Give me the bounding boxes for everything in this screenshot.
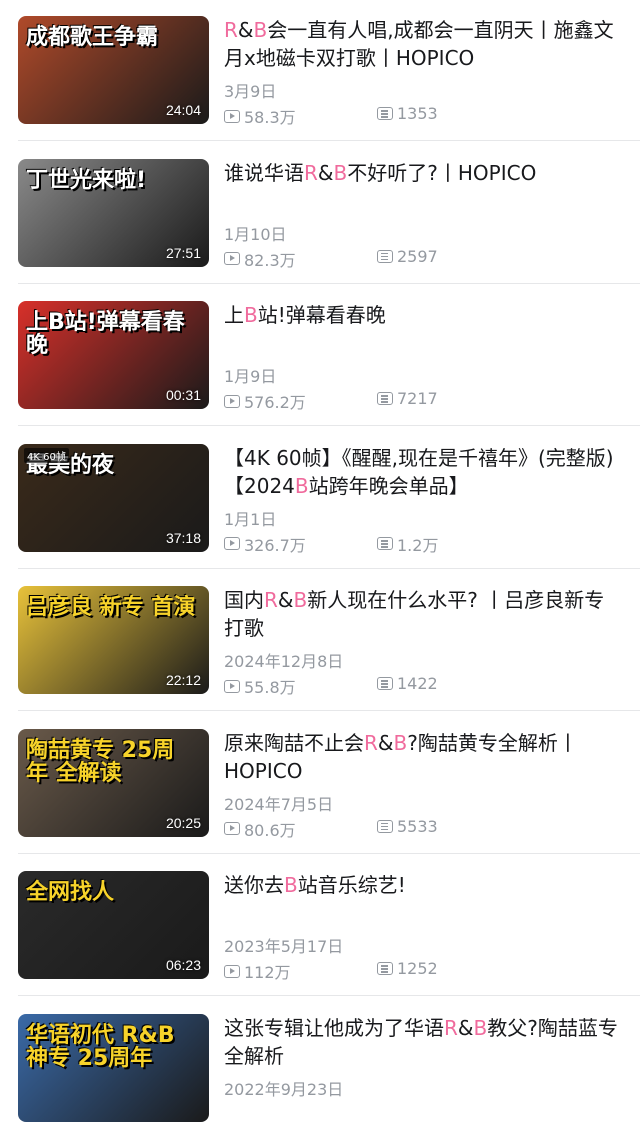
danmaku-count: 1252: [377, 959, 438, 978]
danmaku-count: 5533: [377, 817, 438, 836]
video-title[interactable]: 上B站!弹幕看春晚: [224, 301, 624, 329]
video-title[interactable]: R&B会一直有人唱,成都会一直阴天丨施鑫文月x地磁卡双打歌丨HOPICO: [224, 16, 624, 72]
item-divider: [18, 425, 640, 426]
upload-date: 2023年5月17日: [224, 937, 344, 956]
danmaku-count-value: 2597: [397, 246, 438, 266]
video-thumbnail[interactable]: 华语初代 R&B神专 25周年: [18, 1013, 209, 1122]
video-thumbnail[interactable]: 吕彦良 新专 首演 22:12: [18, 586, 209, 694]
video-duration: 24:04: [165, 102, 201, 118]
video-thumbnail[interactable]: 陶喆黄专 25周年 全解读 20:25: [18, 728, 209, 837]
danmaku-count-value: 1353: [397, 104, 438, 123]
video-title[interactable]: 谁说华语R&B不好听了?丨HOPICO: [224, 159, 624, 187]
upload-date: 3月9日: [224, 82, 277, 101]
play-icon: [224, 679, 240, 693]
danmaku-icon: [377, 677, 393, 690]
video-list-item[interactable]: 陶喆黄专 25周年 全解读 20:25 原来陶喆不止会R&B?陶喆黄专全解析丨HOP…: [0, 713, 640, 855]
video-duration: 27:51: [165, 244, 201, 261]
upload-date: 2024年7月5日: [224, 794, 334, 814]
danmaku-icon: [377, 107, 393, 120]
video-duration: 37:18: [165, 529, 201, 546]
item-divider: [18, 852, 640, 854]
video-title[interactable]: 国内R&B新人现在什么水平? 丨吕彦良新专打歌: [224, 586, 624, 642]
video-list-item[interactable]: 丁世光来啦! 27:51 谁说华语R&B不好听了?丨HOPICO 1月10日 82.3万…: [0, 143, 640, 285]
upload-date: 1月9日: [224, 367, 277, 386]
video-thumbnail[interactable]: 丁世光来啦! 27:51: [18, 158, 209, 267]
item-divider: [18, 995, 640, 996]
danmaku-count: 2597: [377, 247, 438, 266]
video-list-item[interactable]: 上B站!弹幕看春晚 00:31 上B站!弹幕看春晚 1月9日 576.2万 7217: [0, 285, 640, 427]
video-thumbnail[interactable]: 成都歌王争霸 24:04: [18, 16, 209, 124]
video-list-item[interactable]: 吕彦良 新专 首演 22:12 国内R&B新人现在什么水平? 丨吕彦良新专打歌 202…: [0, 570, 640, 712]
video-title[interactable]: 这张专辑让他成为了华语R&B教父?陶喆蓝专全解析: [224, 1014, 624, 1070]
danmaku-count: 7217: [377, 389, 438, 408]
danmaku-count-value: 5533: [397, 816, 438, 836]
video-title[interactable]: 【4K 60帧】《醒醒,现在是千禧年》(完整版)【2024B站跨年晚会单品】: [224, 444, 624, 500]
play-count-value: 58.3万: [244, 108, 296, 127]
play-count-value: 55.8万: [244, 678, 296, 697]
upload-date: 1月1日: [224, 509, 277, 529]
play-count: 55.8万: [224, 674, 296, 698]
play-icon: [224, 252, 240, 265]
video-duration: 22:12: [165, 672, 201, 688]
play-count-value: 80.6万: [244, 820, 296, 840]
danmaku-icon: [377, 537, 393, 550]
play-icon: [224, 822, 240, 835]
thumbnail-caption: 华语初代 R&B神专 25周年: [26, 1022, 175, 1071]
video-thumbnail[interactable]: 上B站!弹幕看春晚 00:31: [18, 301, 209, 409]
danmaku-icon: [377, 249, 393, 263]
video-thumbnail[interactable]: 最美的夜 4K 60帧 37:18: [18, 443, 209, 552]
item-divider: [18, 282, 640, 284]
play-count-value: 82.3万: [244, 250, 296, 270]
danmaku-count-value: 1422: [397, 674, 438, 693]
danmaku-count: 1353: [377, 104, 438, 123]
video-list-item[interactable]: 全网找人 06:23 送你去B站音乐综艺! 2023年5月17日 112万 1252: [0, 855, 640, 997]
play-count-value: 112万: [244, 963, 291, 982]
upload-date: 2022年9月23日: [224, 1079, 344, 1099]
play-count: 80.6万: [224, 817, 296, 841]
play-count-value: 326.7万: [244, 535, 306, 555]
item-divider: [18, 567, 640, 569]
thumbnail-caption: 丁世光来啦!: [26, 167, 147, 193]
danmaku-count: 1.2万: [377, 532, 438, 556]
quality-badge: 4K 60帧: [24, 447, 69, 463]
play-count: 112万: [224, 959, 291, 983]
video-duration: 00:31: [165, 387, 201, 403]
play-count-value: 576.2万: [244, 393, 306, 412]
danmaku-count-value: 1252: [397, 959, 438, 978]
video-title[interactable]: 送你去B站音乐综艺!: [224, 871, 624, 899]
play-count: 576.2万: [224, 389, 306, 413]
play-count: 58.3万: [224, 104, 296, 128]
thumbnail-caption: 全网找人: [26, 880, 115, 905]
video-list-item[interactable]: 华语初代 R&B神专 25周年 这张专辑让他成为了华语R&B教父?陶喆蓝专全解析 2…: [0, 998, 640, 1140]
item-divider: [18, 140, 640, 141]
danmaku-count-value: 7217: [397, 389, 438, 408]
thumbnail-caption: 成都歌王争霸: [26, 25, 159, 50]
upload-date: 1月10日: [224, 224, 287, 244]
thumbnail-caption: 吕彦良 新专 首演: [26, 595, 196, 620]
danmaku-count: 1422: [377, 674, 438, 693]
danmaku-count-value: 1.2万: [397, 535, 439, 555]
video-thumbnail[interactable]: 全网找人 06:23: [18, 871, 209, 979]
play-icon: [224, 394, 240, 408]
video-duration: 06:23: [165, 957, 201, 973]
danmaku-icon: [377, 962, 393, 975]
play-count: 326.7万: [224, 532, 306, 556]
upload-date: 2024年12月8日: [224, 652, 344, 671]
video-duration: 20:25: [165, 814, 201, 831]
video-list-item[interactable]: 最美的夜 4K 60帧 37:18 【4K 60帧】《醒醒,现在是千禧年》(完整版)【…: [0, 428, 640, 570]
video-list-item[interactable]: 成都歌王争霸 24:04 R&B会一直有人唱,成都会一直阴天丨施鑫文月x地磁卡双打歌…: [0, 0, 640, 142]
play-icon: [224, 537, 240, 550]
play-icon: [224, 964, 240, 978]
thumbnail-caption: 陶喆黄专 25周年 全解读: [26, 737, 175, 786]
play-count: 82.3万: [224, 247, 296, 271]
play-icon: [224, 109, 240, 123]
video-title[interactable]: 原来陶喆不止会R&B?陶喆黄专全解析丨HOPICO: [224, 729, 624, 785]
danmaku-icon: [377, 392, 393, 405]
danmaku-icon: [377, 819, 393, 833]
thumbnail-caption: 上B站!弹幕看春晚: [26, 310, 185, 359]
item-divider: [18, 710, 640, 711]
